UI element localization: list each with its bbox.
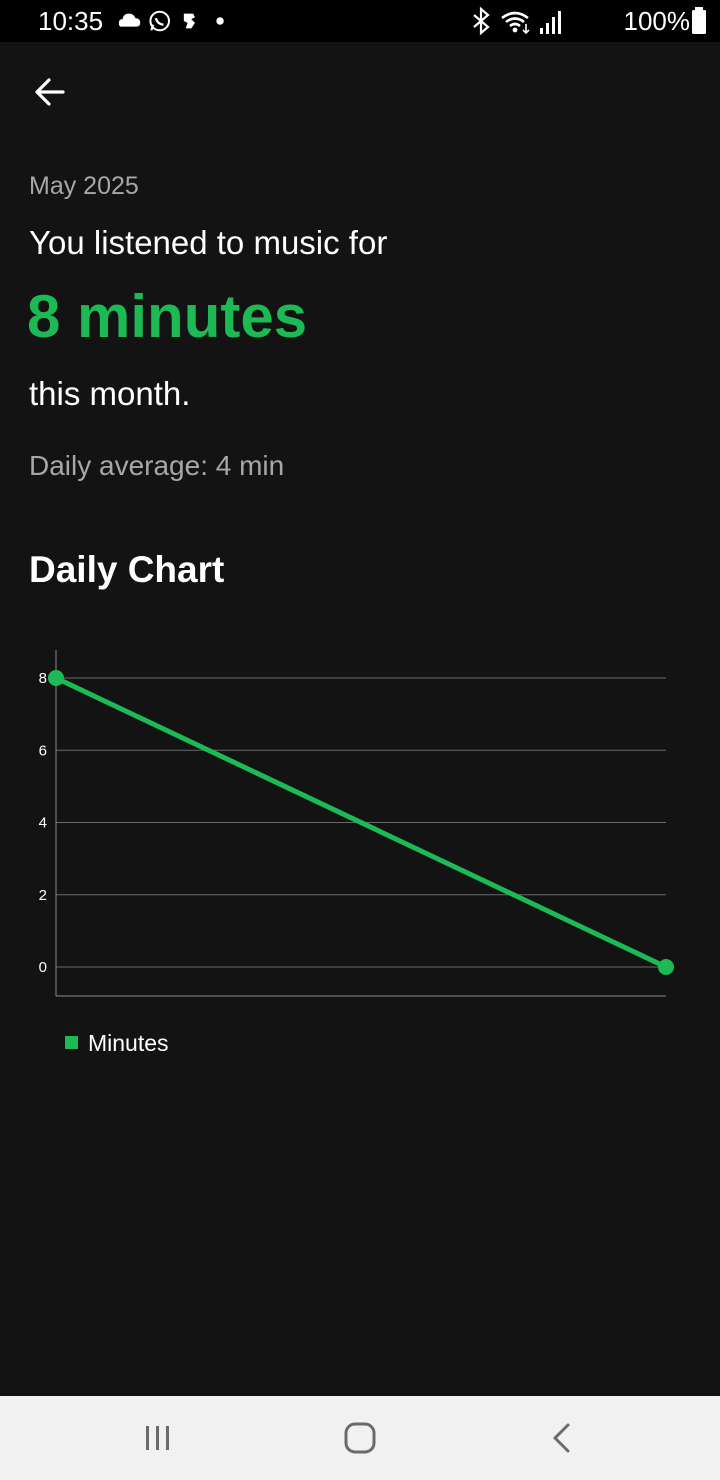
status-bar: 10:35 100% bbox=[0, 0, 720, 42]
y-tick-label: 6 bbox=[39, 742, 47, 759]
back-icon bbox=[553, 1423, 570, 1453]
battery-percentage: 100% bbox=[623, 5, 691, 36]
status-time: 10:35 bbox=[38, 6, 104, 36]
y-tick-label: 8 bbox=[39, 670, 47, 687]
whatsapp-icon bbox=[149, 10, 171, 32]
system-back-button[interactable] bbox=[522, 1410, 602, 1466]
home-icon bbox=[344, 1422, 376, 1454]
y-tick-label: 2 bbox=[39, 887, 47, 904]
total-listening-time: 8 minutes bbox=[27, 283, 308, 350]
data-point bbox=[48, 670, 64, 686]
month-label: May 2025 bbox=[29, 172, 139, 200]
chart-legend: Minutes bbox=[65, 1030, 169, 1056]
cloud-icon bbox=[118, 13, 141, 27]
intro-text: You listened to music for bbox=[29, 224, 388, 261]
daily-average: Daily average: 4 min bbox=[29, 450, 285, 481]
back-button[interactable] bbox=[26, 68, 74, 116]
legend-label: Minutes bbox=[88, 1030, 169, 1056]
app-notification-icon bbox=[183, 13, 195, 29]
screen: 10:35 100% May 2025 You listened to musi… bbox=[0, 0, 720, 1480]
status-right: 100% bbox=[470, 6, 709, 36]
status-right-icons bbox=[472, 6, 561, 36]
suffix-text: this month. bbox=[29, 375, 191, 412]
legend-swatch bbox=[65, 1036, 78, 1049]
battery-icon bbox=[692, 7, 706, 34]
dot-icon bbox=[216, 17, 224, 25]
data-point bbox=[658, 959, 674, 975]
status-left-icons bbox=[118, 10, 224, 32]
signal-icon bbox=[539, 11, 561, 34]
recents-button[interactable] bbox=[118, 1410, 198, 1466]
y-tick-label: 4 bbox=[39, 815, 47, 832]
recents-icon bbox=[146, 1426, 169, 1450]
daily-line-chart: 0 2 4 6 8 Minutes bbox=[39, 650, 674, 1056]
bluetooth-icon bbox=[472, 6, 490, 36]
wifi-icon bbox=[500, 11, 530, 35]
back-arrow-icon bbox=[35, 78, 65, 106]
home-button[interactable] bbox=[320, 1410, 400, 1466]
navigation-bar bbox=[0, 1396, 720, 1480]
chart-y-ticks: 0 2 4 6 8 bbox=[39, 670, 47, 976]
y-tick-label: 0 bbox=[39, 959, 47, 976]
chart-title: Daily Chart bbox=[29, 549, 225, 590]
